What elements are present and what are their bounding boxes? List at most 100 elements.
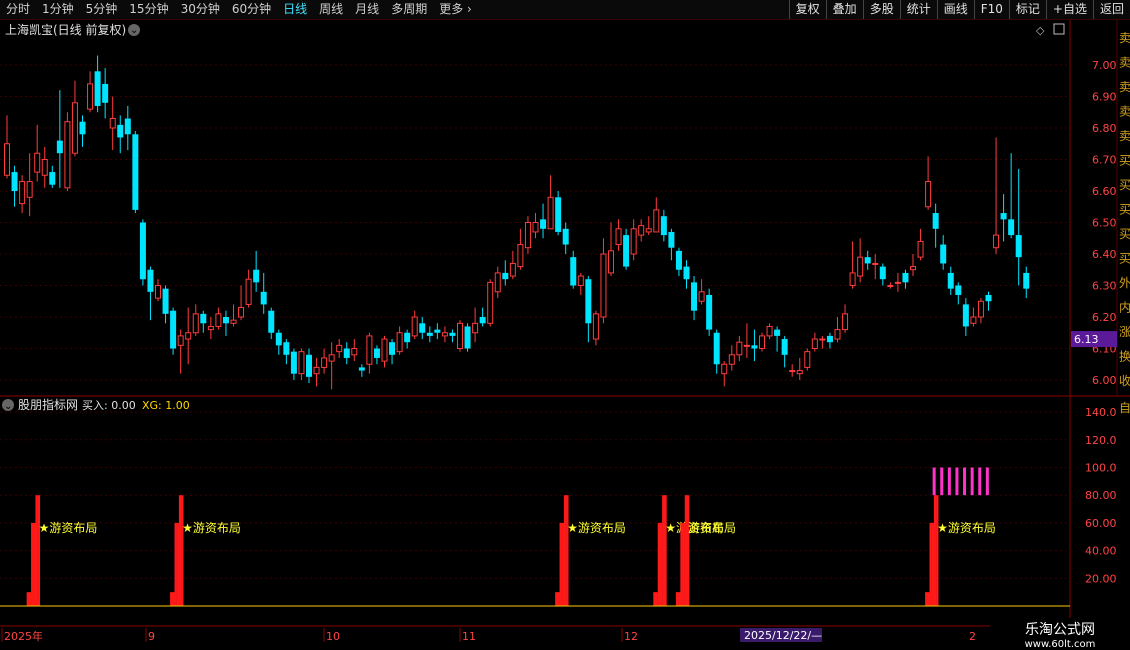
toolbar-button-1[interactable]: 叠加 (825, 0, 863, 19)
candle-body-up (577, 275, 584, 286)
period-tab-7[interactable]: 周线 (313, 0, 349, 19)
signal-bar (680, 522, 683, 606)
candle-body-down (879, 266, 886, 280)
candle-body-down (623, 235, 630, 267)
candle-body-down (426, 332, 433, 336)
info-column-glyph: 收 (1119, 374, 1130, 388)
candle-body-down (449, 332, 456, 336)
candle-body-up (766, 325, 773, 337)
candle-body-up (872, 262, 879, 265)
candle-body-down (260, 291, 267, 305)
period-tab-0[interactable]: 分时 (0, 0, 36, 19)
watermark-title: 乐淘公式网 (1025, 622, 1095, 638)
period-tab-4[interactable]: 30分钟 (175, 0, 226, 19)
signal-bar (655, 592, 658, 606)
candle-body-down (585, 279, 592, 324)
price-tick-label: 6.70 (1092, 154, 1117, 167)
toolbar-button-7[interactable]: +自选 (1045, 0, 1093, 19)
candle-body-up (487, 281, 494, 324)
candle-body-down (268, 310, 275, 333)
candle-body-down (826, 335, 833, 343)
candle-body-up (457, 322, 463, 349)
signal-bar (28, 592, 32, 606)
signal-bar (678, 592, 681, 606)
candle-body-down (1008, 219, 1015, 236)
info-column-glyph: 卖 (1119, 129, 1130, 143)
candle-body-up (894, 281, 901, 284)
candle-body-down (540, 219, 547, 229)
toolbar-button-2[interactable]: 多股 (862, 0, 900, 19)
magenta-bar (947, 467, 951, 496)
candle-body-up (910, 266, 916, 271)
candle-body-up (4, 143, 10, 176)
signal-bar (174, 522, 177, 606)
toolbar-button-8[interactable]: 返回 (1092, 0, 1130, 19)
signal-bar (33, 522, 36, 606)
candle-body-up (721, 363, 728, 375)
candle-body-up (71, 102, 78, 154)
candle-body-up (834, 329, 841, 340)
candle-body-down (419, 323, 426, 333)
magenta-bar (970, 467, 974, 496)
info-column-glyph: 卖 (1119, 56, 1130, 70)
candle-body-down (668, 231, 675, 248)
indicator-tick-label: 80.00 (1085, 489, 1117, 502)
candle-body-down (683, 266, 690, 280)
toolbar-button-4[interactable]: 画线 (936, 0, 974, 19)
signal-bar (927, 592, 930, 606)
info-column-glyph: 内 (1119, 301, 1130, 315)
signal-bar (662, 495, 665, 606)
toolbar-button-6[interactable]: 标记 (1008, 0, 1046, 19)
candle-body-up (321, 357, 328, 368)
candle-body-up (630, 228, 637, 255)
candle-body-up (494, 272, 501, 293)
period-tab-9[interactable]: 多周期 (385, 0, 433, 19)
toolbar-button-5[interactable]: F10 (973, 0, 1009, 19)
info-column-glyph: 自 (1119, 401, 1130, 415)
magenta-bar (940, 467, 944, 496)
toolbar-button-0[interactable]: 复权 (788, 0, 826, 19)
indicator-tick-label: 120.0 (1085, 434, 1117, 447)
candle-body-up (698, 291, 705, 302)
kline-chart[interactable]: 7.006.906.806.706.606.506.406.306.206.10… (0, 20, 1130, 650)
candle-body-down (713, 332, 720, 365)
candle-body-down (79, 121, 86, 135)
period-tab-3[interactable]: 15分钟 (123, 0, 174, 19)
signal-label: ★游资布局 (182, 521, 241, 535)
period-tab-8[interactable]: 月线 (349, 0, 385, 19)
period-tab-1[interactable]: 1分钟 (36, 0, 80, 19)
candle-body-up (313, 366, 320, 375)
period-tab-10[interactable]: 更多 › (433, 0, 478, 19)
info-column-glyph: 买 (1119, 154, 1130, 168)
candle-body-up (819, 338, 826, 341)
candle-body-up (207, 325, 214, 331)
period-tab-2[interactable]: 5分钟 (80, 0, 124, 19)
candle-body-down (170, 310, 177, 349)
candle-body-down (139, 222, 146, 280)
price-tick-label: 6.90 (1092, 91, 1117, 104)
toolbar-button-3[interactable]: 统计 (899, 0, 937, 19)
function-buttons: 复权 叠加 多股 统计 画线 F10 标记 +自选 返回 (788, 0, 1130, 19)
period-tab-5[interactable]: 60分钟 (226, 0, 277, 19)
candle-body-up (993, 234, 1000, 249)
candle-body-up (245, 278, 252, 305)
chevron-down-icon: ⌄ (130, 25, 138, 36)
candle-body-up (615, 228, 622, 246)
xaxis-label: 11 (462, 630, 476, 643)
candle-body-up (238, 307, 245, 318)
magenta-bar (955, 467, 959, 496)
candle-body-up (887, 285, 894, 287)
signal-label: ★游资布局 (937, 521, 996, 535)
candle-body-down (434, 329, 441, 333)
price-tick-label: 6.60 (1092, 185, 1117, 198)
candle-body-up (804, 351, 811, 368)
signal-label: 游资布局 (688, 521, 736, 535)
candle-body-up (509, 262, 516, 277)
signal-bar (659, 522, 663, 606)
candle-body-down (404, 332, 411, 343)
signal-bar (657, 522, 661, 606)
period-tab-6[interactable]: 日线 (277, 0, 313, 19)
candle-body-up (925, 181, 932, 208)
candle-body-up (547, 196, 554, 230)
candle-body-down (985, 294, 992, 302)
